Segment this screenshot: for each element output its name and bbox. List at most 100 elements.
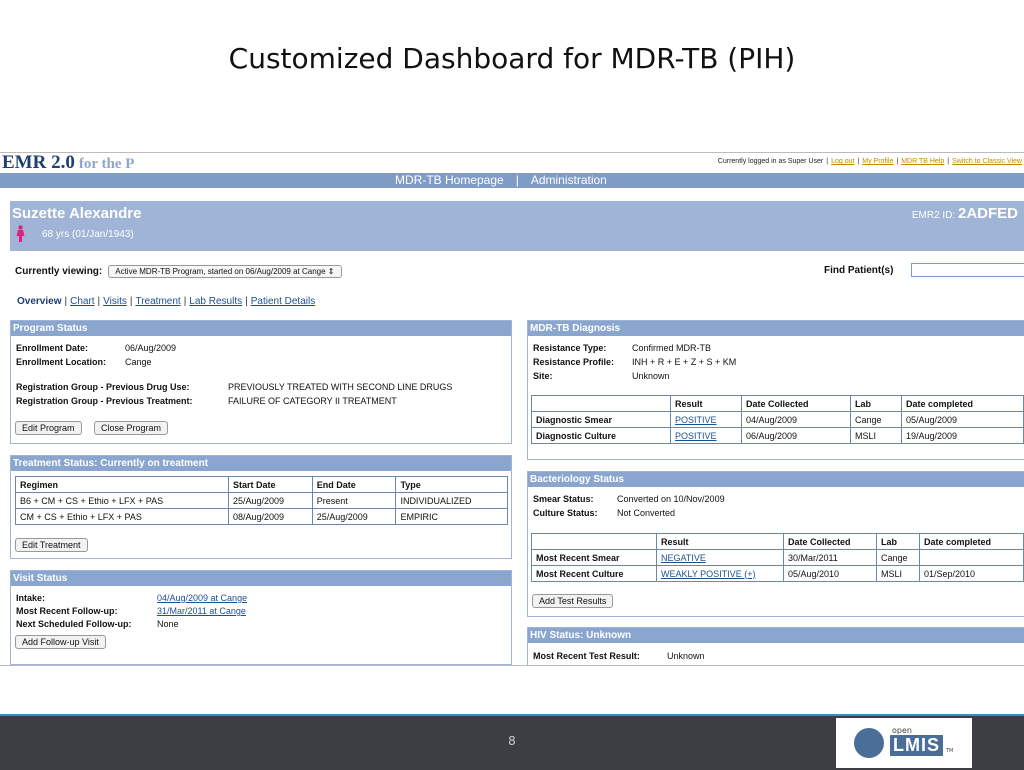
slide-title: Customized Dashboard for MDR-TB (PIH) [228,42,796,75]
start-date-cell: 25/Aug/2009 [228,492,313,509]
column-header: End Date [311,476,397,493]
result-link[interactable]: NEGATIVE [656,549,784,566]
edit-program-button[interactable]: Edit Program [15,421,82,435]
date-collected-cell: 04/Aug/2009 [741,411,851,428]
diagnosis-title: MDR-TB Diagnosis [528,321,1024,336]
help-link[interactable]: MDR TB Help [901,158,944,165]
column-header [531,395,671,412]
result-link[interactable]: POSITIVE [670,411,742,428]
treatment-table: Regimen Start Date End Date Type B6 + CM… [15,476,508,525]
column-header: Start Date [228,476,313,493]
end-date-cell: 25/Aug/2009 [311,508,397,525]
tab-bar: Overview | Chart | Visits | Treatment | Lab Resu… [17,296,316,307]
lab-cell: Cange [850,411,902,428]
hiv-status-title: HIV Status: Unknown [528,628,1024,643]
add-test-results-button[interactable]: Add Test Results [532,594,614,608]
tab-patient-details[interactable]: Patient Details [251,296,315,307]
openlmis-logo: open LMIS TM [836,718,972,768]
regimen-cell: B6 + CM + CS + Ethio + LFX + PAS [15,492,229,509]
add-followup-button[interactable]: Add Follow-up Visit [15,635,106,649]
row-label: Diagnostic Smear [531,411,671,428]
date-completed-cell: 05/Aug/2009 [901,411,1024,428]
next-followup-value: None [157,619,179,629]
patient-header: Suzette Alexandre 68 yrs (01/Jan/1943) E… [10,201,1024,251]
logo-text-open: open [892,726,912,735]
table-row: Diagnostic Smear POSITIVE 04/Aug/2009 Ca… [531,411,1024,428]
regimen-cell: CM + CS + Ethio + LFX + PAS [15,508,229,525]
logo-sub: for the P [78,156,135,172]
program-select[interactable]: Active MDR-TB Program, started on 06/Aug… [108,265,342,278]
logout-link[interactable]: Log out [831,158,854,165]
table-row: Diagnostic Culture POSITIVE 06/Aug/2009 … [531,427,1024,444]
followup-link[interactable]: 31/Mar/2011 at Cange [157,606,246,616]
resistance-profile: INH + R + E + Z + S + KM [632,357,737,367]
main-nav: MDR-TB Homepage | Administration [0,173,1024,188]
logo-main: EMR 2.0 [2,152,75,173]
my-profile-link[interactable]: My Profile [862,158,893,165]
close-program-button[interactable]: Close Program [94,421,169,435]
row-label: Most Recent Culture [531,565,657,582]
logo-text-lmis: LMIS [890,735,943,756]
patient-age: 68 yrs (01/Jan/1943) [42,229,134,240]
smear-status-label: Smear Status: [533,494,594,504]
intake-label: Intake: [16,593,46,603]
result-link[interactable]: POSITIVE [670,427,742,444]
type-cell: EMPIRIC [395,508,508,525]
bacteriology-title: Bacteriology Status [528,472,1024,487]
find-patient-input[interactable] [911,263,1024,277]
visit-status-panel: Visit Status Intake: 04/Aug/2009 at Cange… [10,570,512,665]
reg-treatment-value: FAILURE OF CATEGORY II TREATMENT [228,396,397,406]
tab-visits[interactable]: Visits [103,296,127,307]
end-date-cell: Present [311,492,397,509]
nav-administration[interactable]: Administration [531,173,607,187]
row-label: Diagnostic Culture [531,427,671,444]
treatment-status-panel: Treatment Status: Currently on treatment… [10,455,512,559]
column-header: Result [670,395,742,412]
bacteriology-panel: Bacteriology Status Smear Status: Convert… [527,471,1024,617]
date-collected-cell: 30/Mar/2011 [783,549,877,566]
column-header: Regimen [15,476,229,493]
column-header: Lab [850,395,902,412]
tab-overview[interactable]: Overview [17,296,61,307]
next-followup-label: Next Scheduled Follow-up: [16,619,132,629]
followup-label: Most Recent Follow-up: [16,606,118,616]
column-header [531,533,657,550]
column-header: Date completed [901,395,1024,412]
classic-view-link[interactable]: Switch to Classic View [952,158,1022,165]
site-value: Unknown [632,371,670,381]
intake-link[interactable]: 04/Aug/2009 at Cange [157,593,247,603]
emr-id-label: EMR2 ID: [911,210,956,221]
culture-status: Not Converted [617,508,676,518]
table-row: Most Recent Culture WEAKLY POSITIVE (+) … [531,565,1024,582]
logo-tm: TM [946,748,954,754]
diagnosis-table: Result Date Collected Lab Date completed… [531,395,1024,444]
program-select-value: Active MDR-TB Program, started on 06/Aug… [115,267,326,276]
table-row: B6 + CM + CS + Ethio + LFX + PAS 25/Aug/… [15,492,508,509]
female-icon [16,225,25,242]
type-cell: INDIVIDUALIZED [395,492,508,509]
table-header-row: Result Date Collected Lab Date completed [531,533,1024,550]
treatment-status-title: Treatment Status: Currently on treatment [11,456,511,471]
edit-treatment-button[interactable]: Edit Treatment [15,538,88,552]
nav-homepage[interactable]: MDR-TB Homepage [395,173,504,187]
column-header: Date Collected [783,533,877,550]
app-logo[interactable]: EMR 2.0 for the P [2,152,135,174]
reg-drug-value: PREVIOUSLY TREATED WITH SECOND LINE DRUG… [228,382,453,392]
diagnosis-panel: MDR-TB Diagnosis Resistance Type: Confirm… [527,320,1024,460]
program-status-panel: Program Status Enrollment Date: 06/Aug/20… [10,320,512,444]
tab-chart[interactable]: Chart [70,296,94,307]
hiv-test-label: Most Recent Test Result: [533,651,640,661]
culture-status-label: Culture Status: [533,508,598,518]
emr-screenshot: EMR 2.0 for the P Currently logged in as … [0,152,1024,666]
user-bar: Currently logged in as Super User | Log ou… [717,158,1022,165]
result-link[interactable]: WEAKLY POSITIVE (+) [656,565,784,582]
viewing-label: Currently viewing: [15,266,103,277]
reg-drug-label: Registration Group - Previous Drug Use: [16,382,190,392]
date-completed-cell [919,549,1024,566]
tab-lab-results[interactable]: Lab Results [189,296,242,307]
table-row: Most Recent Smear NEGATIVE 30/Mar/2011 C… [531,549,1024,566]
patient-name: Suzette Alexandre [12,205,142,222]
emr-id-value: 2ADFED [957,205,1018,222]
emr-id: EMR2 ID: 2ADFED [912,205,1018,222]
tab-treatment[interactable]: Treatment [135,296,180,307]
